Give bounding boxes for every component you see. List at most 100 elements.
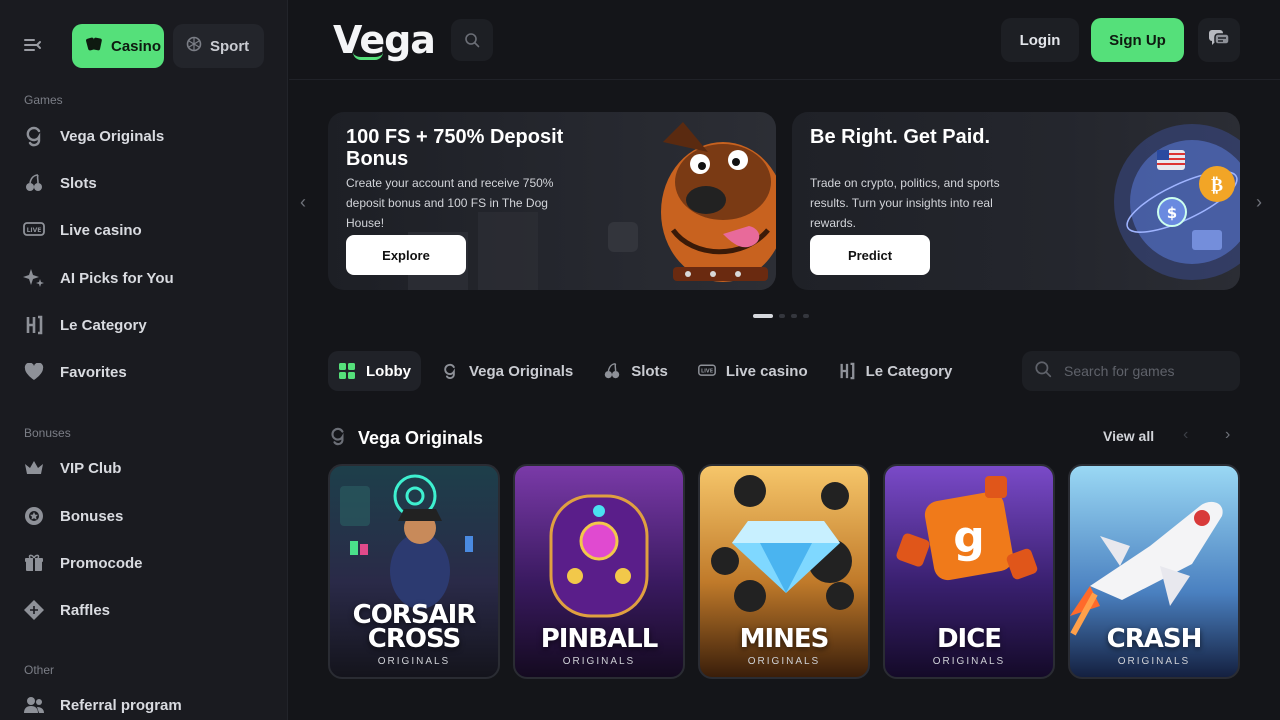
game-title: PINBALL [540,624,659,654]
game-card-dice[interactable]: g DICE ORIGINALS [883,464,1055,679]
sidebar-item-live-casino[interactable]: LIVE Live casino [22,215,142,245]
game-card-corsair-cross[interactable]: CORSAIR CROSS ORIGINALS [328,464,500,679]
sidebar-item-favorites[interactable]: Favorites [22,357,127,387]
tab-le-category[interactable]: Le Category [828,351,963,391]
carousel-dot[interactable] [779,314,785,318]
vega-g-icon [330,425,346,452]
sport-mode-button[interactable]: Sport [173,24,264,68]
sport-mode-label: Sport [210,37,250,55]
svg-text:LIVE: LIVE [701,369,713,375]
game-search-input[interactable] [1064,363,1224,379]
cherry-icon [603,362,621,380]
game-title: DICE [936,624,1002,654]
users-icon [22,693,46,717]
sidebar-item-promocode[interactable]: Promocode [22,548,143,578]
svg-text:₿: ₿ [1211,175,1223,196]
sidebar-item-label: Raffles [60,601,111,619]
tab-label: Lobby [366,362,411,380]
top-bar: Vega Login Sign Up [289,0,1280,80]
game-title: CORSAIR CROSS [352,600,477,654]
search-icon [1034,360,1052,383]
game-subtitle: ORIGINALS [932,656,1006,667]
gift-icon [22,551,46,575]
banner-text: Create your account and receive 750% dep… [346,176,554,230]
sidebar-item-bonuses[interactable]: Bonuses [22,501,123,531]
crown-icon [22,456,46,480]
sidebar-item-label: Vega Originals [60,127,165,145]
sidebar-item-referral-program[interactable]: Referral program [22,690,182,720]
carousel-dot[interactable] [753,314,773,318]
tab-live-casino[interactable]: LIVE Live casino [688,351,818,391]
vega-g-icon [441,362,459,380]
cards-icon [85,36,103,56]
logo-swoosh [353,52,383,60]
collapse-sidebar-icon[interactable] [22,35,44,55]
sidebar-item-slots[interactable]: Slots [22,168,97,198]
section-next-arrow[interactable]: › [1225,426,1230,444]
chat-icon [1208,28,1230,53]
ticket-icon [22,598,46,622]
game-subtitle: ORIGINALS [562,656,636,667]
sidebar-item-le-category[interactable]: Le Category [22,310,147,340]
sidebar-item-raffles[interactable]: Raffles [22,595,110,625]
banner-prev-arrow[interactable]: ‹ [300,192,306,213]
sidebar-item-label: AI Picks for You [60,269,174,287]
games-section-label: Games [24,93,63,107]
game-subtitle: ORIGINALS [377,656,451,667]
game-card-crash[interactable]: CRASH ORIGINALS [1068,464,1240,679]
search-button[interactable] [451,19,493,61]
banner-title: 100 FS + 750% Deposit Bonus [346,126,564,170]
sidebar-item-label: VIP Club [60,459,122,477]
heart-icon [22,360,46,384]
sidebar-item-vega-originals[interactable]: Vega Originals [22,121,164,151]
sidebar-item-label: Bonuses [60,507,124,525]
banner-title: Be Right. Get Paid. [810,126,991,148]
section-prev-arrow[interactable]: ‹ [1183,426,1188,444]
game-title: CRASH [1106,624,1203,654]
sidebar-item-vip-club[interactable]: VIP Club [22,453,121,483]
search-icon [464,32,480,53]
game-card-pinball[interactable]: PINBALL ORIGINALS [513,464,685,679]
carousel-dot[interactable] [803,314,809,318]
vega-logo[interactable]: Vega [333,18,436,62]
bonuses-section-label: Bonuses [24,426,71,440]
tab-label: Slots [631,362,668,380]
sidebar-item-label: Referral program [60,696,182,714]
banner-text: Trade on crypto, politics, and sports re… [810,176,1000,230]
live-icon: LIVE [22,218,46,242]
promo-banner-deposit[interactable]: 100 FS + 750% Deposit Bonus Create your … [328,112,776,290]
tab-vega-originals[interactable]: Vega Originals [431,351,583,391]
category-tabs: Lobby Vega Originals Slots LIVE Live cas… [328,351,962,391]
le-category-icon [22,313,46,337]
sidebar-item-label: Live casino [60,221,142,239]
game-search-box[interactable] [1022,351,1240,391]
carousel-dot[interactable] [791,314,797,318]
login-button[interactable]: Login [1001,18,1079,62]
game-card-mines[interactable]: MINES ORIGINALS [698,464,870,679]
promo-banner-predict[interactable]: ₿ $ Be Right. Get Paid. Trade on crypto,… [792,112,1240,290]
game-title: MINES [739,624,830,654]
ball-icon [186,36,202,56]
sidebar-item-label: Promocode [60,554,143,572]
app-root: Casino Sport Games Vega Originals Slots … [0,0,1280,720]
sidebar-item-label: Slots [60,174,97,192]
tab-slots[interactable]: Slots [593,351,678,391]
le-category-icon [838,362,856,380]
game-cards-row: CORSAIR CROSS ORIGINALS PINBALL ORIGINAL… [328,464,1240,679]
tab-label: Live casino [725,362,808,380]
vega-g-icon [22,124,46,148]
sidebar-item-ai-picks[interactable]: AI Picks for You [22,263,174,293]
svg-text:g: g [953,512,985,563]
svg-text:LIVE: LIVE [27,227,42,234]
section-header: Vega Originals [330,425,483,452]
tab-lobby[interactable]: Lobby [328,351,421,391]
view-all-link[interactable]: View all [1103,428,1154,444]
explore-button[interactable]: Explore [346,235,466,275]
tab-label: Le Category [865,362,953,380]
live-icon: LIVE [697,362,716,380]
chat-button[interactable] [1198,18,1240,62]
banner-next-arrow[interactable]: › [1256,192,1262,213]
casino-mode-button[interactable]: Casino [72,24,164,68]
signup-button[interactable]: Sign Up [1091,18,1184,62]
predict-button[interactable]: Predict [810,235,930,275]
